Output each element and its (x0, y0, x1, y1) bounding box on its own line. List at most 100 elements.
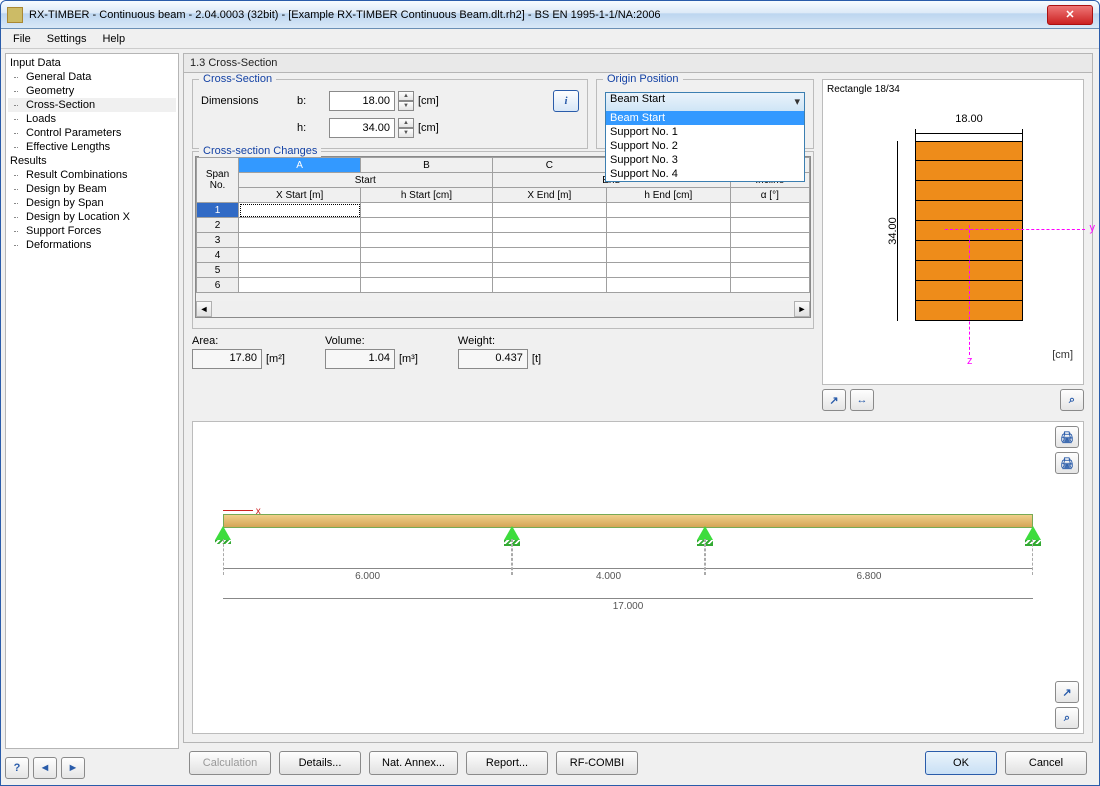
grid-hscroll[interactable]: ◄► (196, 301, 810, 317)
col-b[interactable]: B (361, 158, 492, 173)
nat-annex-button[interactable]: Nat. Annex... (369, 751, 458, 775)
nav-tree[interactable]: Input Data General Data Geometry Cross-S… (8, 56, 176, 746)
weight-unit: [t] (532, 353, 541, 365)
origin-position-fieldset: Origin Position Beam Start Beam Start Su… (596, 79, 814, 149)
nav-tree-panel: Input Data General Data Geometry Cross-S… (5, 53, 179, 749)
upper-row: Cross-Section Dimensions b: ▲▼ [cm] i (192, 79, 1084, 411)
beam-bar (223, 514, 1033, 528)
span-dim-2: 4.000 (512, 568, 705, 569)
zoom-extents-button[interactable]: ⌕ (1060, 389, 1084, 411)
nav-item-general-data[interactable]: General Data (8, 70, 176, 84)
col-c[interactable]: C (492, 158, 606, 173)
volume-label: Volume: (325, 335, 418, 347)
h-spinner[interactable]: ▲▼ (398, 118, 414, 138)
col-hend: h End [cm] (607, 188, 731, 203)
left-content: Cross-Section Dimensions b: ▲▼ [cm] i (192, 79, 814, 411)
prop-weight: Weight: 0.437 [t] (458, 335, 541, 369)
col-hstart: h Start [cm] (361, 188, 492, 203)
menu-help[interactable]: Help (94, 31, 133, 47)
calculation-button[interactable]: Calculation (189, 751, 271, 775)
beam-diagram: x 6.000 4.000 6.800 17.000 (223, 506, 1033, 636)
help-button[interactable]: ? (5, 757, 29, 779)
b-symbol: b: (297, 95, 325, 107)
rf-combi-button[interactable]: RF-COMBI (556, 751, 638, 775)
row-6[interactable]: 6 (197, 278, 239, 293)
preview-dim-h: 34.00 (879, 141, 893, 321)
col-start: Start (239, 173, 493, 188)
print-button[interactable]: 🖨 (1055, 426, 1079, 448)
row-3[interactable]: 3 (197, 233, 239, 248)
area-label: Area: (192, 335, 285, 347)
volume-unit: [m³] (399, 353, 418, 365)
volume-value: 1.04 (325, 349, 395, 369)
axis-button[interactable]: ↗ (1055, 681, 1079, 703)
menu-bar: File Settings Help (1, 29, 1099, 49)
cell-1a[interactable] (239, 203, 361, 218)
page-title: 1.3 Cross-Section (183, 53, 1093, 73)
area-unit: [m²] (266, 353, 285, 365)
preview-dim-b: 18.00 (915, 113, 1023, 125)
b-input[interactable] (329, 91, 395, 111)
origin-option-support-2[interactable]: Support No. 2 (606, 139, 804, 153)
nav-item-geometry[interactable]: Geometry (8, 84, 176, 98)
nav-item-control-parameters[interactable]: Control Parameters (8, 126, 176, 140)
title-bar: RX-TIMBER - Continuous beam - 2.04.0003 … (1, 1, 1099, 29)
row-2[interactable]: 2 (197, 218, 239, 233)
span-dim-1: 6.000 (223, 568, 512, 569)
window-controls: ✕ (1047, 5, 1093, 25)
b-unit: [cm] (418, 95, 452, 107)
b-spinner[interactable]: ▲▼ (398, 91, 414, 111)
nav-item-design-by-span[interactable]: Design by Span (8, 196, 176, 210)
origin-dropdown-list[interactable]: Beam Start Support No. 1 Support No. 2 S… (605, 111, 805, 182)
details-button[interactable]: Details... (279, 751, 361, 775)
nav-item-deformations[interactable]: Deformations (8, 238, 176, 252)
menu-settings[interactable]: Settings (39, 31, 95, 47)
origin-option-support-3[interactable]: Support No. 3 (606, 153, 804, 167)
dimension-toggle-button[interactable]: ↔ (850, 389, 874, 411)
origin-option-support-4[interactable]: Support No. 4 (606, 167, 804, 181)
nav-item-support-forces[interactable]: Support Forces (8, 224, 176, 238)
changes-legend: Cross-section Changes (199, 145, 321, 157)
nav-item-result-combinations[interactable]: Result Combinations (8, 168, 176, 182)
col-span-no[interactable]: Span No. (197, 158, 239, 203)
sidebar-column: Input Data General Data Geometry Cross-S… (5, 53, 179, 779)
prev-page-button[interactable]: ◄ (33, 757, 57, 779)
area-value: 17.80 (192, 349, 262, 369)
row-5[interactable]: 5 (197, 263, 239, 278)
nav-item-cross-section[interactable]: Cross-Section (8, 98, 176, 112)
nav-item-effective-lengths[interactable]: Effective Lengths (8, 140, 176, 154)
client-area: Input Data General Data Geometry Cross-S… (1, 49, 1099, 785)
clipboard-button[interactable]: 🖨 (1055, 452, 1079, 474)
origin-option-beam-start[interactable]: Beam Start (606, 111, 804, 125)
nav-item-design-by-beam[interactable]: Design by Beam (8, 182, 176, 196)
total-dim: 17.000 (223, 598, 1033, 599)
axis-toggle-button[interactable]: ↗ (822, 389, 846, 411)
preview-title: Rectangle 18/34 (827, 84, 1079, 95)
dimensions-label: Dimensions (201, 95, 293, 107)
weight-value: 0.437 (458, 349, 528, 369)
nav-group-input: Input Data (8, 56, 176, 70)
row-1[interactable]: 1 (197, 203, 239, 218)
h-input[interactable] (329, 118, 395, 138)
zoom-button[interactable]: ⌕ (1055, 707, 1079, 729)
cross-section-fieldset: Cross-Section Dimensions b: ▲▼ [cm] i (192, 79, 588, 149)
window-title: RX-TIMBER - Continuous beam - 2.04.0003 … (29, 9, 1047, 21)
close-button[interactable]: ✕ (1047, 5, 1093, 25)
beam-view[interactable]: 🖨 🖨 ↗ ⌕ x 6.000 4.000 6.800 (192, 421, 1084, 734)
row-4[interactable]: 4 (197, 248, 239, 263)
beam-toolbar-bottom: ↗ ⌕ (1055, 681, 1079, 729)
weight-label: Weight: (458, 335, 541, 347)
origin-dropdown[interactable]: Beam Start (605, 92, 805, 112)
report-button[interactable]: Report... (466, 751, 548, 775)
nav-item-design-by-location-x[interactable]: Design by Location X (8, 210, 176, 224)
ok-button[interactable]: OK (925, 751, 997, 775)
info-button[interactable]: i (553, 90, 579, 112)
origin-option-support-1[interactable]: Support No. 1 (606, 125, 804, 139)
col-a[interactable]: A (239, 158, 361, 173)
col-xend: X End [m] (492, 188, 606, 203)
nav-item-loads[interactable]: Loads (8, 112, 176, 126)
col-alpha: α [°] (730, 188, 809, 203)
menu-file[interactable]: File (5, 31, 39, 47)
next-page-button[interactable]: ► (61, 757, 85, 779)
cancel-button[interactable]: Cancel (1005, 751, 1087, 775)
